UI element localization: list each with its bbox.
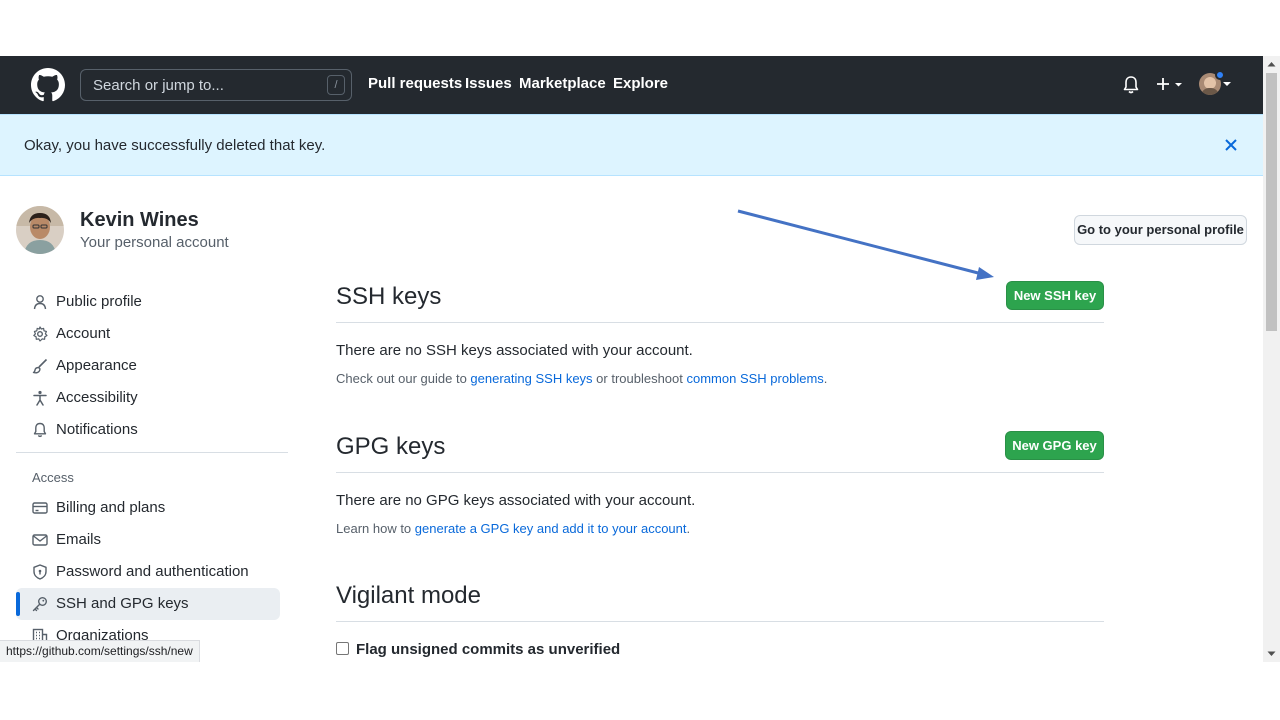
- vertical-scrollbar[interactable]: [1263, 56, 1280, 662]
- sidebar-item-billing[interactable]: Billing and plans: [16, 492, 280, 524]
- account-name: Kevin Wines: [80, 209, 199, 231]
- sidebar-item-label: Billing and plans: [56, 499, 166, 516]
- common-ssh-problems-link[interactable]: common SSH problems: [687, 371, 824, 386]
- sidebar-item-password-auth[interactable]: Password and authentication: [16, 556, 280, 588]
- credit-card-icon: [32, 502, 48, 514]
- ssh-help-suffix: .: [823, 371, 828, 386]
- nav-pull-requests[interactable]: Pull requests: [368, 75, 462, 92]
- gpg-keys-heading: GPG keys: [336, 433, 446, 460]
- ssh-help-text: Check out our guide to generating SSH ke…: [336, 371, 827, 386]
- browser-status-bar-url: https://github.com/settings/ssh/new: [0, 640, 200, 662]
- ssh-empty-message: There are no SSH keys associated with yo…: [336, 342, 693, 359]
- flag-unsigned-commits-label[interactable]: Flag unsigned commits as unverified: [356, 641, 620, 658]
- ssh-keys-heading: SSH keys: [336, 283, 442, 310]
- mail-icon: [32, 534, 48, 546]
- person-icon: [33, 295, 47, 310]
- flag-unsigned-commits-checkbox[interactable]: [336, 642, 349, 655]
- section-divider: [336, 322, 1104, 323]
- generate-gpg-key-link[interactable]: generate a GPG key and add it to your ac…: [415, 521, 687, 536]
- search-shortcut-hint: /: [327, 75, 345, 95]
- create-new-plus-icon[interactable]: [1156, 76, 1186, 94]
- search-input[interactable]: Search or jump to... /: [80, 69, 352, 101]
- sidebar-item-label: Emails: [56, 531, 102, 548]
- sidebar-item-label: Appearance: [56, 357, 137, 374]
- scroll-up-arrow-icon[interactable]: [1267, 60, 1276, 69]
- github-logo-icon[interactable]: [31, 68, 65, 102]
- sidebar-item-label: Notifications: [56, 421, 138, 438]
- paintbrush-icon: [32, 358, 48, 374]
- sidebar-item-accessibility[interactable]: Accessibility: [16, 382, 280, 414]
- sidebar-item-emails[interactable]: Emails: [16, 524, 280, 556]
- sidebar-item-label: Accessibility: [56, 389, 138, 406]
- sidebar-item-notifications[interactable]: Notifications: [16, 414, 280, 446]
- flash-message: Okay, you have successfully deleted that…: [24, 137, 326, 154]
- gpg-help-suffix: .: [686, 521, 691, 536]
- sidebar-item-label: Account: [56, 325, 111, 342]
- generating-ssh-keys-link[interactable]: generating SSH keys: [470, 371, 592, 386]
- sidebar-item-ssh-gpg-keys[interactable]: SSH and GPG keys: [16, 588, 280, 620]
- shield-lock-icon: [33, 564, 47, 580]
- flash-notice: Okay, you have successfully deleted that…: [0, 114, 1263, 176]
- nav-explore[interactable]: Explore: [613, 75, 668, 92]
- bell-icon: [33, 422, 47, 438]
- go-to-profile-button[interactable]: Go to your personal profile: [1074, 215, 1247, 245]
- gear-icon: [33, 326, 48, 342]
- sidebar-item-account[interactable]: Account: [16, 318, 280, 350]
- notification-dot-icon: [1215, 70, 1225, 80]
- section-divider: [336, 472, 1104, 473]
- sidebar-item-appearance[interactable]: Appearance: [16, 350, 280, 382]
- close-icon[interactable]: [1224, 138, 1238, 152]
- chevron-down-icon: [1223, 82, 1231, 86]
- new-gpg-key-button[interactable]: New GPG key: [1005, 431, 1104, 460]
- accessibility-icon: [33, 390, 47, 406]
- sidebar-item-public-profile[interactable]: Public profile: [16, 286, 280, 318]
- nav-marketplace[interactable]: Marketplace: [519, 75, 606, 92]
- top-header: Search or jump to... / Pull requests Iss…: [0, 56, 1263, 114]
- new-ssh-key-button[interactable]: New SSH key: [1006, 281, 1104, 310]
- key-icon: [32, 597, 47, 612]
- sidebar-section-heading: Access: [32, 470, 74, 485]
- scroll-down-arrow-icon[interactable]: [1267, 649, 1276, 658]
- ssh-help-prefix: Check out our guide to: [336, 371, 471, 386]
- vigilant-mode-heading: Vigilant mode: [336, 582, 481, 609]
- browser-viewport: Search or jump to... / Pull requests Iss…: [0, 56, 1280, 662]
- scrollbar-thumb[interactable]: [1266, 73, 1277, 331]
- notifications-bell-icon[interactable]: [1122, 75, 1140, 95]
- ssh-help-mid: or troubleshoot: [592, 371, 687, 386]
- gpg-empty-message: There are no GPG keys associated with yo…: [336, 492, 696, 509]
- sidebar-item-label: Public profile: [56, 293, 142, 310]
- section-divider: [336, 621, 1104, 622]
- gpg-help-text: Learn how to generate a GPG key and add …: [336, 521, 690, 536]
- nav-issues[interactable]: Issues: [465, 75, 512, 92]
- avatar: [16, 206, 64, 254]
- sidebar-item-label: SSH and GPG keys: [56, 595, 189, 612]
- account-subtitle: Your personal account: [80, 234, 229, 251]
- gpg-help-prefix: Learn how to: [336, 521, 415, 536]
- sidebar-item-label: Password and authentication: [56, 563, 249, 580]
- sidebar-divider: [16, 452, 288, 453]
- search-placeholder: Search or jump to...: [93, 77, 224, 94]
